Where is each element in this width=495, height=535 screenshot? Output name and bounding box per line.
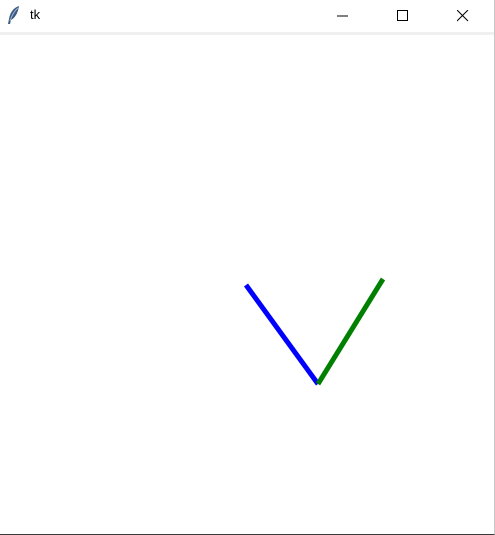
maximize-icon (397, 9, 409, 22)
maximize-button[interactable] (380, 0, 426, 31)
close-icon (457, 9, 469, 22)
drawing-canvas[interactable] (0, 35, 494, 533)
close-button[interactable] (440, 0, 486, 31)
window-title: tk (30, 7, 41, 22)
green-line (315, 277, 386, 386)
blue-line (243, 283, 321, 386)
tk-window: tk (0, 0, 495, 535)
title-bar[interactable]: tk (0, 0, 494, 31)
minimize-button[interactable] (320, 0, 366, 31)
feather-icon (6, 5, 22, 25)
minimize-icon (337, 10, 349, 22)
